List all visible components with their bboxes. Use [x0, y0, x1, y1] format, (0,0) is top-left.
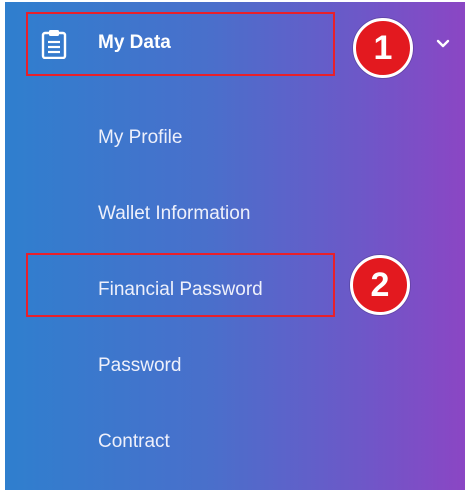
step-badge-1: 1 [353, 18, 413, 78]
menu-item-wallet-information[interactable]: Wallet Information [98, 201, 250, 227]
menu-item-password[interactable]: Password [98, 353, 181, 379]
highlight-box-step-1 [26, 12, 335, 76]
highlight-box-step-2 [26, 253, 335, 317]
menu-item-contract[interactable]: Contract [98, 429, 170, 455]
step-badge-2: 2 [350, 255, 410, 315]
screenshot-stage: My Data My Profile Wallet Information Fi… [0, 0, 470, 494]
menu-item-my-profile[interactable]: My Profile [98, 125, 182, 151]
